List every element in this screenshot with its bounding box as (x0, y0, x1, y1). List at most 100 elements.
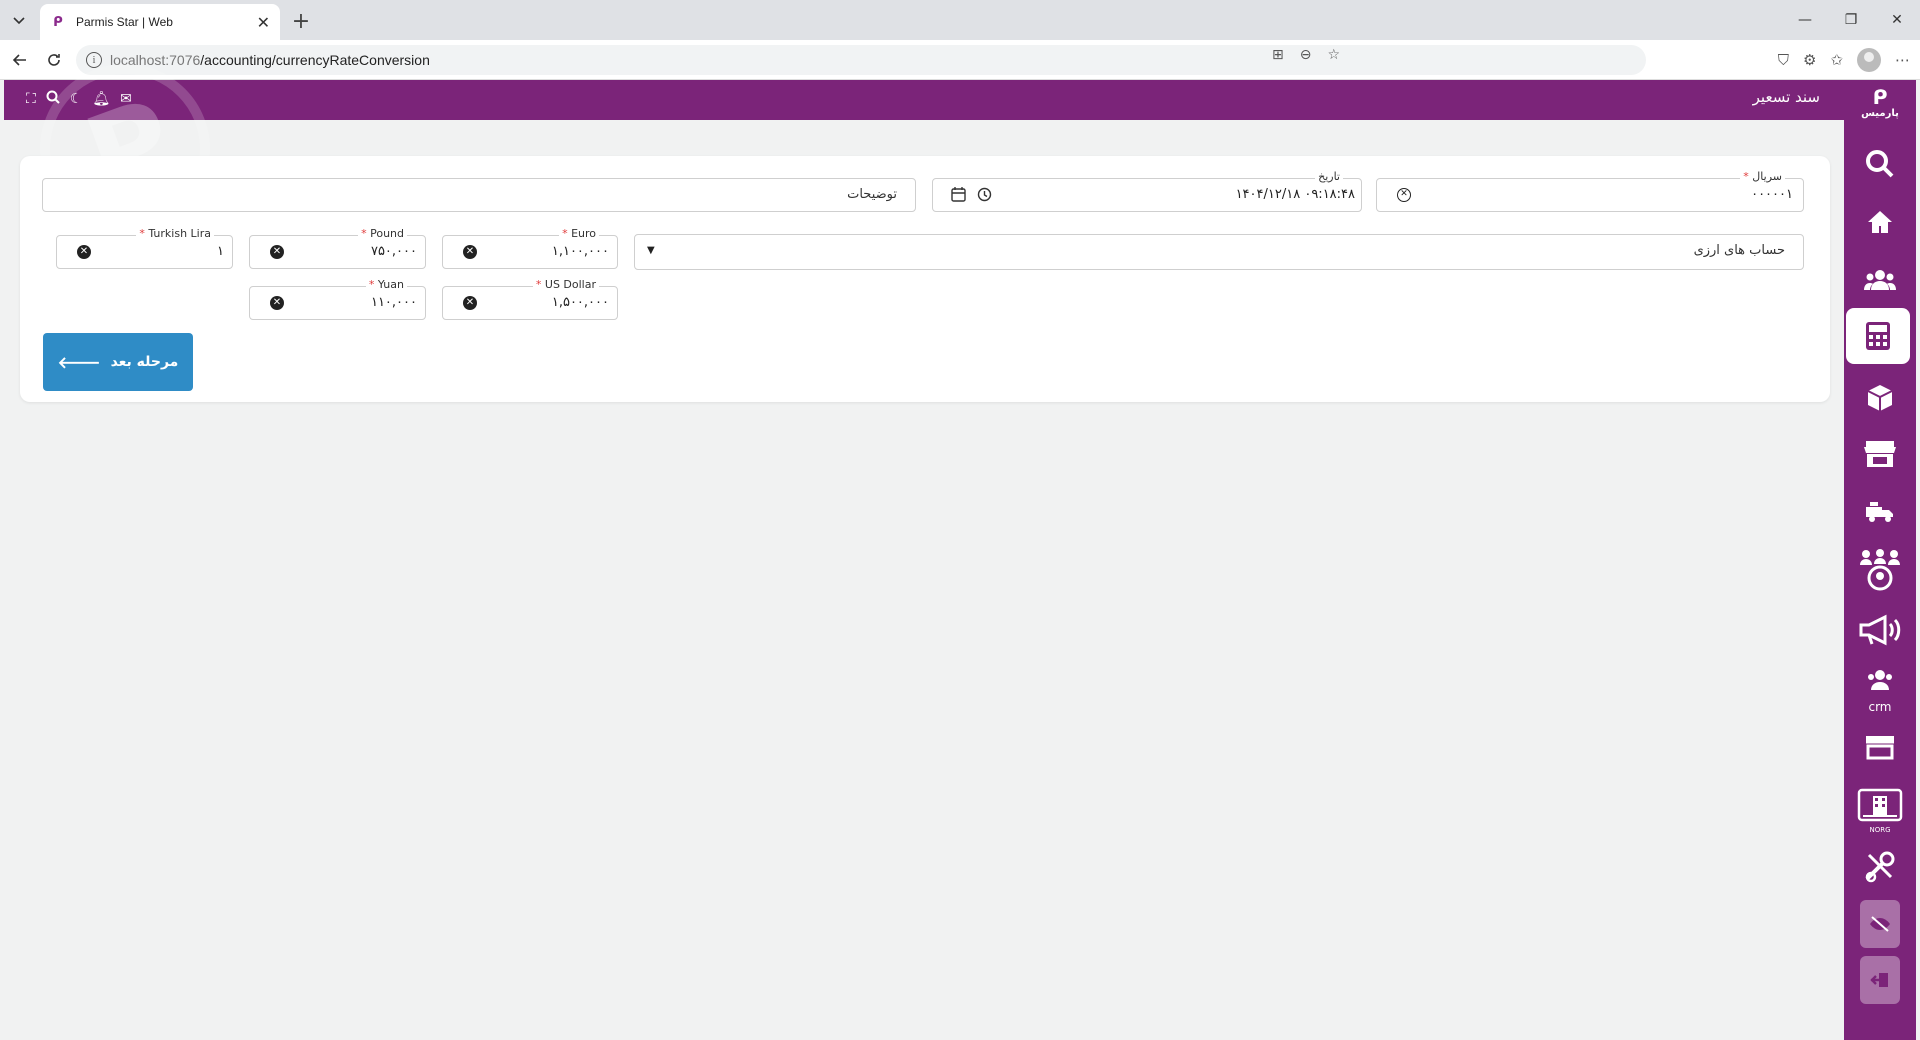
dropdown-caret-icon: ▼ (647, 245, 655, 256)
crm-label: crm (1868, 700, 1892, 714)
favorite-star-icon[interactable]: ☆ (1327, 47, 1340, 63)
pound-clear-icon[interactable]: ✕ (270, 245, 284, 259)
sidebar-settings-tools-icon[interactable] (1844, 838, 1916, 894)
description-field[interactable]: توضیحات (42, 178, 916, 212)
window-controls: — ❐ ✕ (1782, 0, 1920, 40)
us-dollar-rate-field[interactable]: * US Dollar ۱,۵۰۰,۰۰۰ ✕ (442, 278, 618, 320)
currency-conversion-form-card: * سریال ۰۰۰۰۰۱ ✕ تاریخ ۰۹:۱۸:۴۸ ۱۴۰۴/۱۲/… (20, 156, 1830, 402)
pound-rate-field[interactable]: * Pound ۷۵۰,۰۰۰ ✕ (249, 227, 426, 269)
sidebar-accounting-calculator-icon[interactable] (1846, 308, 1910, 364)
close-window-button[interactable]: ✕ (1874, 0, 1920, 40)
euro-label: Euro (571, 227, 596, 240)
yuan-rate-field[interactable]: * Yuan ۱۱۰,۰۰۰ ✕ (249, 278, 426, 320)
logout-button[interactable] (1860, 956, 1900, 1004)
address-bar[interactable]: i localhost:7076/accounting/currencyRate… (76, 45, 1646, 75)
app-header: ⛶ ☾ 🔔︎ ✉ سند تسعیر (4, 80, 1844, 120)
profile-avatar[interactable] (1857, 48, 1881, 72)
sidebar-search-icon[interactable] (1844, 136, 1916, 192)
euro-clear-icon[interactable]: ✕ (463, 245, 477, 259)
us-dollar-clear-icon[interactable]: ✕ (463, 296, 477, 310)
search-icon[interactable] (46, 90, 60, 108)
parmis-logo[interactable]: ᑭ پارمیس (1844, 86, 1916, 128)
more-menu-icon[interactable]: ⋯ (1895, 51, 1910, 69)
mail-envelope-icon[interactable]: ✉ (120, 91, 132, 107)
header-actions: ⛶ ☾ 🔔︎ ✉ (26, 90, 132, 108)
serial-label: سریال (1752, 170, 1782, 183)
app-install-icon[interactable]: ⊞ (1272, 47, 1284, 63)
yuan-clear-icon[interactable]: ✕ (270, 296, 284, 310)
yuan-value: ۱۱۰,۰۰۰ (370, 295, 417, 310)
site-info-icon[interactable]: i (86, 52, 102, 68)
sidebar-inventory-box-icon[interactable] (1844, 370, 1916, 426)
date-label: تاریخ (1315, 170, 1343, 183)
url-host: localhost:7076 (110, 52, 201, 68)
parmis-logo-text: پارمیس (1861, 108, 1899, 119)
serial-field[interactable]: * سریال ۰۰۰۰۰۱ ✕ (1376, 170, 1804, 212)
browser-tab[interactable]: ᑭ Parmis Star | Web ✕ (40, 4, 280, 40)
tab-list-dropdown-button[interactable] (4, 8, 34, 34)
browser-tabbar: ᑭ Parmis Star | Web ✕ + — ❐ ✕ (0, 0, 1920, 40)
calendar-icon[interactable] (951, 187, 967, 203)
sidebar-marketing-megaphone-icon[interactable] (1844, 602, 1916, 658)
new-tab-button[interactable]: + (288, 8, 314, 34)
reload-button[interactable] (40, 46, 68, 74)
reload-icon (48, 54, 60, 66)
next-step-label: مرحله بعد (110, 354, 179, 370)
serial-value: ۰۰۰۰۰۱ (1751, 187, 1793, 202)
date-value: ۰۹:۱۸:۴۸ ۱۴۰۴/۱۲/۱۸ (1235, 187, 1355, 202)
url-path: /accounting/currencyRateConversion (200, 52, 430, 68)
turkish-lira-label: Turkish Lira (148, 227, 211, 240)
us-dollar-label: US Dollar (544, 278, 596, 291)
parmis-favicon-icon: ᑭ (53, 14, 63, 30)
sidebar-hr-people-icon[interactable] (1844, 542, 1916, 598)
hide-eye-slash-button[interactable] (1860, 900, 1900, 948)
norg-label: NORG (1869, 826, 1891, 834)
parmis-logo-mark-icon: ᑭ (1872, 85, 1888, 109)
currency-accounts-placeholder: حساب های ارزی (1693, 243, 1785, 258)
euro-rate-field[interactable]: * Euro ۱,۱۰۰,۰۰۰ ✕ (442, 227, 618, 269)
dark-mode-moon-icon[interactable]: ☾ (70, 91, 83, 107)
pound-value: ۷۵۰,۰۰۰ (370, 244, 417, 259)
close-tab-icon[interactable]: ✕ (257, 13, 270, 32)
arrow-left-icon (12, 54, 26, 66)
eye-slash-icon (1870, 916, 1890, 932)
turkish-lira-value: ۱ (217, 244, 224, 259)
extensions-icon[interactable]: ⚙ (1803, 51, 1816, 69)
chevron-down-icon (13, 17, 25, 25)
arrow-left-icon: 🡐 (57, 353, 101, 372)
next-step-button[interactable]: مرحله بعد 🡐 (43, 333, 193, 391)
sidebar-organization-building-icon[interactable]: NORG (1844, 780, 1916, 836)
turkish-lira-rate-field[interactable]: * Turkish Lira ۱ ✕ (56, 227, 233, 269)
yuan-label: Yuan (377, 278, 404, 291)
currency-accounts-select[interactable]: حساب های ارزی ▼ (634, 234, 1804, 270)
favorites-icon[interactable]: ✩ (1830, 51, 1843, 69)
turkish-lira-clear-icon[interactable]: ✕ (77, 245, 91, 259)
fullscreen-icon[interactable]: ⛶ (26, 91, 36, 107)
us-dollar-value: ۱,۵۰۰,۰۰۰ (551, 295, 609, 310)
sidebar-users-icon[interactable] (1844, 252, 1916, 308)
restore-button[interactable]: ❐ (1828, 0, 1874, 40)
back-button[interactable] (6, 46, 34, 74)
sidebar-crm-icon[interactable]: crm (1844, 662, 1916, 718)
description-placeholder: توضیحات (847, 187, 897, 202)
sidebar-home-icon[interactable] (1844, 194, 1916, 250)
sidebar: ᑭ پارمیس crm NORG (1844, 80, 1916, 1040)
logout-icon (1870, 973, 1888, 987)
euro-value: ۱,۱۰۰,۰۰۰ (551, 244, 609, 259)
serial-clear-icon[interactable]: ✕ (1397, 188, 1411, 202)
browser-toolbar: i localhost:7076/accounting/currencyRate… (0, 40, 1920, 80)
shield-icon[interactable]: ⛉ (1778, 51, 1789, 69)
minimize-button[interactable]: — (1782, 0, 1828, 40)
clock-icon[interactable] (977, 187, 993, 203)
date-field[interactable]: تاریخ ۰۹:۱۸:۴۸ ۱۴۰۴/۱۲/۱۸ (932, 170, 1362, 212)
page-title: سند تسعیر (1752, 88, 1820, 106)
tab-title: Parmis Star | Web (76, 15, 173, 29)
address-bar-actions: ⊞ ⊖ ☆ (1272, 40, 1340, 70)
toolbar-icons: ⛉ ⚙ ✩ ⋯ (1778, 46, 1910, 74)
sidebar-store-icon[interactable] (1844, 426, 1916, 482)
notification-bell-icon[interactable]: 🔔︎ (92, 91, 110, 107)
reader-icon[interactable]: ⊖ (1300, 47, 1312, 63)
sidebar-logistics-truck-icon[interactable] (1844, 484, 1916, 540)
sidebar-pos-shop-icon[interactable] (1844, 720, 1916, 776)
pound-label: Pound (370, 227, 404, 240)
